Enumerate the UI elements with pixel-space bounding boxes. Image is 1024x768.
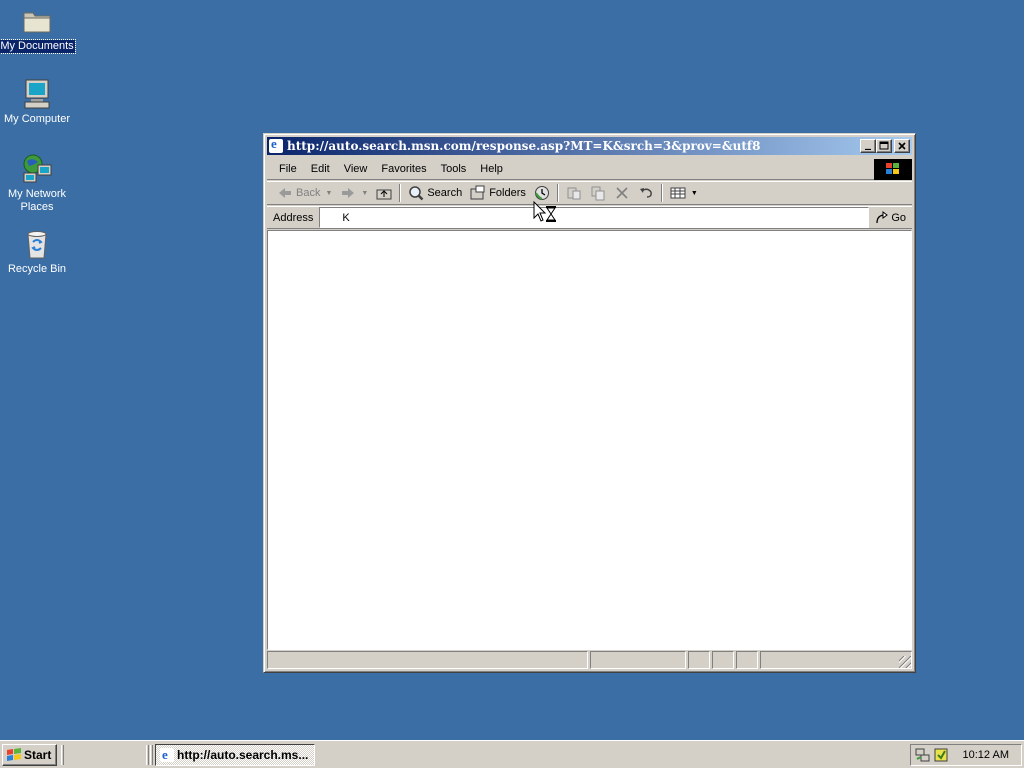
- go-arrow-icon: [876, 210, 889, 223]
- desktop-icon-recycle-bin[interactable]: Recycle Bin: [0, 228, 75, 276]
- internet-explorer-icon: e: [160, 748, 174, 762]
- internet-explorer-icon[interactable]: [269, 136, 283, 153]
- minimize-button[interactable]: _: [860, 136, 876, 153]
- desktop-icon-label: My Computer: [3, 113, 71, 125]
- address-bar: Address K Go: [267, 206, 912, 229]
- up-folder-button[interactable]: [372, 183, 396, 203]
- folders-icon: [470, 185, 485, 200]
- menu-help[interactable]: Help: [473, 163, 510, 175]
- network-connection-icon[interactable]: [915, 747, 931, 763]
- history-icon: [534, 186, 549, 200]
- status-bar: [267, 651, 912, 669]
- back-button[interactable]: Back ▼: [273, 183, 336, 203]
- forward-button[interactable]: ▼: [336, 183, 372, 203]
- toolbar-grip[interactable]: [146, 745, 149, 765]
- toolbar-separator: [660, 184, 663, 202]
- toolbar-grip[interactable]: [61, 745, 64, 765]
- toolbar-separator: [556, 184, 559, 202]
- security-alert-icon[interactable]: [933, 747, 949, 763]
- search-icon: [409, 186, 424, 201]
- page-content[interactable]: [267, 230, 912, 650]
- network-icon: [21, 153, 53, 185]
- desktop-icon-my-network-places[interactable]: My Network Places: [0, 153, 75, 214]
- recycle-bin-icon: [21, 228, 53, 260]
- maximize-button[interactable]: [876, 139, 892, 153]
- windows-flag-icon: [886, 163, 900, 176]
- search-label: Search: [427, 187, 463, 199]
- toolbar-separator: [399, 184, 402, 202]
- go-button[interactable]: Go: [869, 210, 912, 225]
- delete-button[interactable]: [610, 183, 634, 203]
- folder-icon: [21, 5, 53, 37]
- menu-tools[interactable]: Tools: [434, 163, 474, 175]
- status-pane-progress: [590, 651, 686, 669]
- address-label: Address: [273, 211, 314, 224]
- history-button[interactable]: [530, 183, 554, 203]
- clock[interactable]: 10:12 AM: [963, 749, 1009, 761]
- views-icon: [670, 187, 686, 199]
- computer-icon: [21, 78, 53, 110]
- status-pane-main: [267, 651, 588, 669]
- start-label: Start: [24, 748, 52, 762]
- back-label: Back: [296, 187, 321, 199]
- folders-label: Folders: [489, 187, 526, 199]
- undo-button[interactable]: [634, 183, 658, 203]
- desktop-icon-label: My Network Places: [7, 188, 67, 213]
- delete-icon: [616, 187, 628, 199]
- standard-toolbar: Back ▼ ▼ Search Folders ▼: [267, 181, 912, 205]
- taskbar-button-browser[interactable]: e http://auto.search.ms...: [155, 744, 315, 766]
- svg-text:e: e: [162, 748, 168, 762]
- address-value: K: [342, 211, 350, 224]
- forward-arrow-icon: [342, 188, 355, 198]
- dropdown-arrow-icon[interactable]: ▼: [691, 190, 698, 197]
- dropdown-arrow-icon[interactable]: ▼: [361, 190, 368, 197]
- menu-view[interactable]: View: [337, 163, 375, 175]
- move-to-button[interactable]: [562, 183, 586, 203]
- start-button[interactable]: Start: [2, 744, 57, 766]
- busy-cursor-icon: [533, 201, 556, 222]
- minimize-icon: _: [865, 136, 871, 150]
- copy-to-button[interactable]: [586, 183, 610, 203]
- title-bar[interactable]: http://auto.search.msn.com/response.asp?…: [267, 136, 912, 155]
- menu-favorites[interactable]: Favorites: [374, 163, 433, 175]
- desktop-icon-label: My Documents: [0, 39, 76, 54]
- status-pane: [736, 651, 758, 669]
- up-folder-icon: [376, 189, 392, 200]
- resize-grip[interactable]: [899, 656, 911, 668]
- desktop-icon-my-computer[interactable]: My Computer: [0, 78, 75, 126]
- views-button[interactable]: ▼: [666, 183, 702, 203]
- system-tray: 10:12 AM: [910, 744, 1022, 766]
- close-button[interactable]: [894, 139, 910, 153]
- windows-logo-icon: [7, 748, 21, 761]
- maximize-icon: [879, 141, 889, 150]
- taskbar: Start e http://auto.search.ms... 10:12 A…: [0, 740, 1024, 768]
- dropdown-arrow-icon[interactable]: ▼: [325, 190, 332, 197]
- window-title: http://auto.search.msn.com/response.asp?…: [287, 139, 761, 153]
- menu-bar: File Edit View Favorites Tools Help: [267, 158, 912, 180]
- menu-file[interactable]: File: [272, 163, 304, 175]
- address-input[interactable]: K: [319, 207, 870, 228]
- folders-button[interactable]: Folders: [466, 183, 530, 203]
- search-button[interactable]: Search: [404, 183, 466, 203]
- windows-logo-throbber: [874, 159, 912, 180]
- desktop-icon-my-documents[interactable]: My Documents: [0, 5, 76, 54]
- close-icon: [898, 142, 906, 150]
- go-label: Go: [891, 211, 906, 224]
- status-pane: [712, 651, 734, 669]
- undo-icon: [639, 188, 652, 198]
- status-pane: [688, 651, 710, 669]
- copy-to-icon: [591, 186, 605, 201]
- toolbar-grip[interactable]: [150, 745, 153, 765]
- menu-edit[interactable]: Edit: [304, 163, 337, 175]
- back-arrow-icon: [279, 188, 291, 198]
- browser-window[interactable]: http://auto.search.msn.com/response.asp?…: [263, 133, 916, 673]
- desktop-icon-label: Recycle Bin: [7, 263, 67, 275]
- taskbar-button-label: http://auto.search.ms...: [177, 748, 309, 762]
- status-pane-zone: [760, 651, 912, 669]
- move-to-icon: [567, 187, 581, 200]
